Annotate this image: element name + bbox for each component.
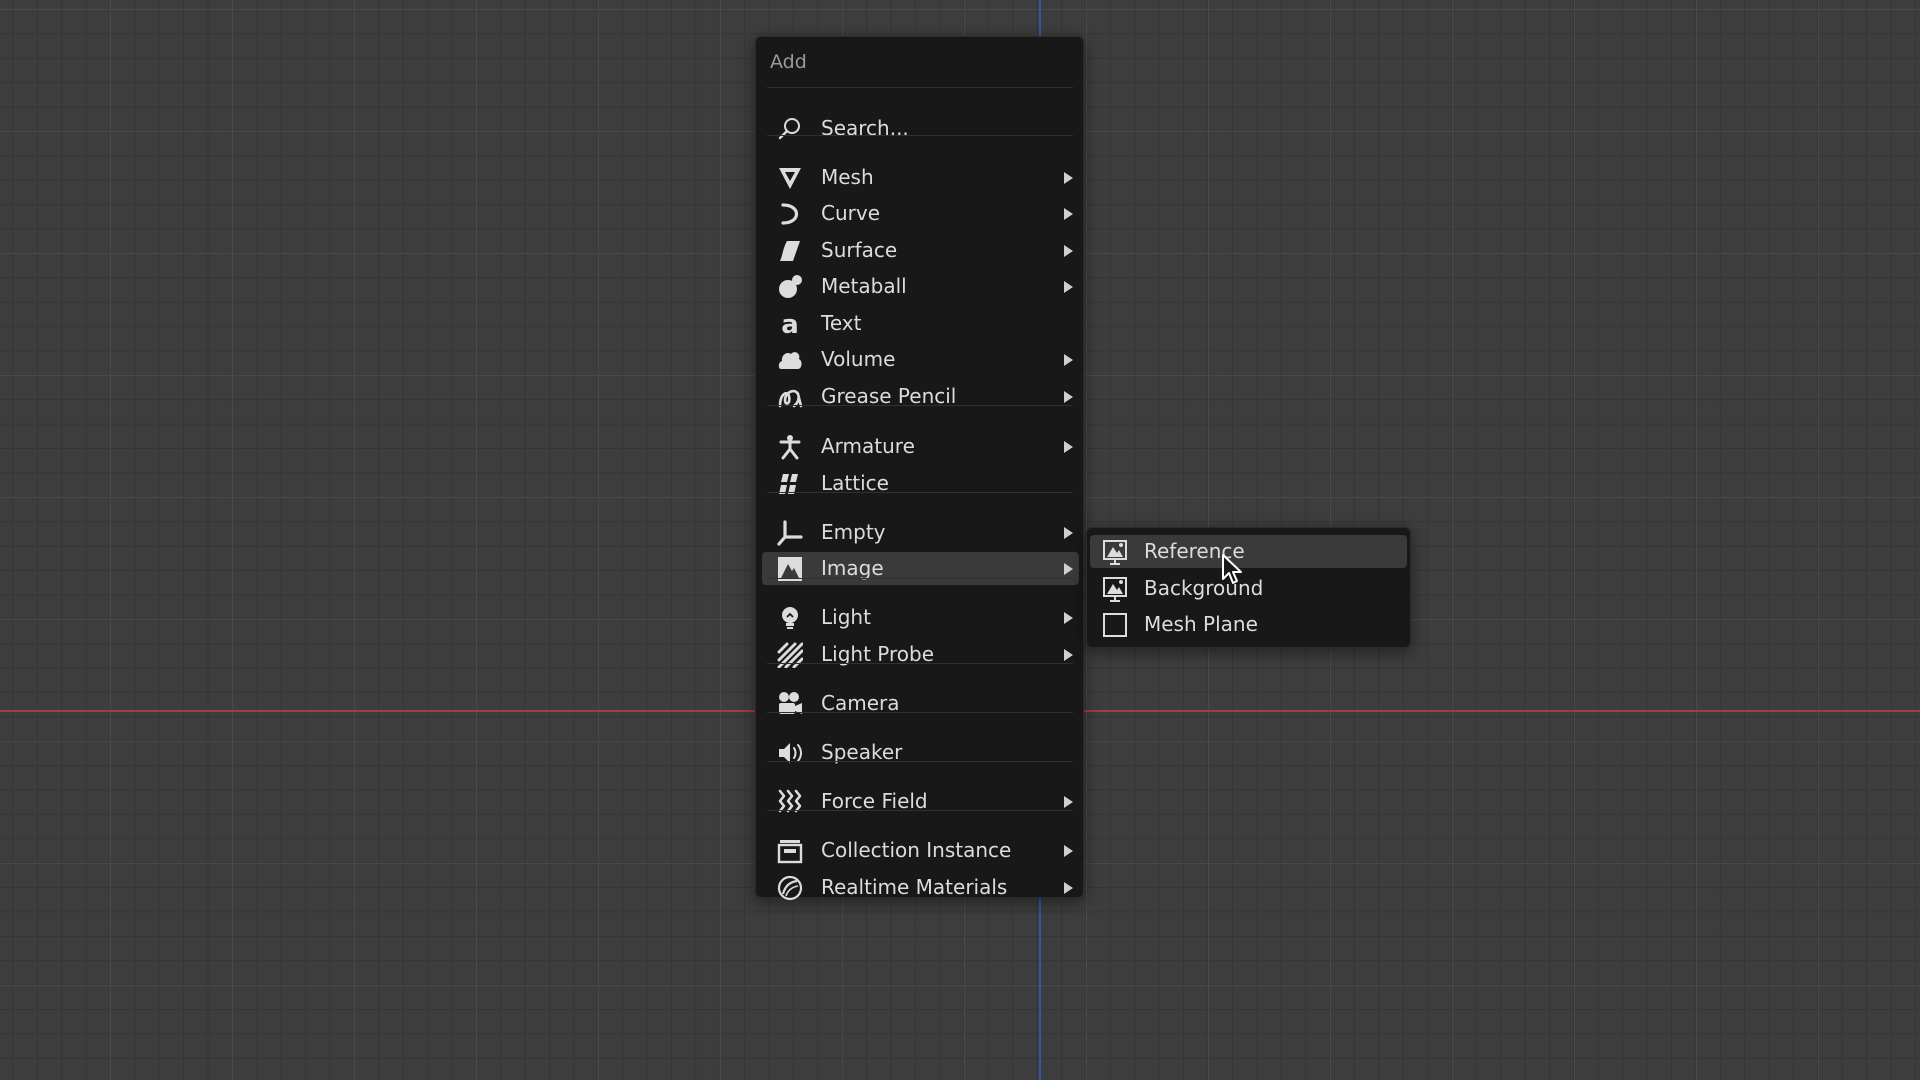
menu-item-label: Empty: [821, 520, 886, 544]
menu-separator: [767, 405, 1073, 406]
search-icon: [777, 116, 803, 142]
submenu-arrow-icon: [1064, 281, 1073, 293]
submenu-arrow-icon: [1064, 441, 1073, 453]
menu-item-label: Image: [821, 556, 884, 580]
volume-icon: [777, 347, 803, 373]
svg-text:a: a: [781, 311, 799, 337]
menu-search[interactable]: Search...: [762, 112, 1079, 145]
curve-icon: [777, 201, 803, 227]
surface-icon: [777, 238, 803, 264]
menu-item-light[interactable]: Light: [762, 601, 1079, 634]
submenu-arrow-icon: [1064, 354, 1073, 366]
menu-item-surface[interactable]: Surface: [762, 234, 1079, 267]
menu-separator: [767, 761, 1073, 762]
menu-item-lattice[interactable]: Lattice: [762, 467, 1079, 500]
menu-item-volume[interactable]: Volume: [762, 343, 1079, 376]
menu-item-image[interactable]: Image: [762, 552, 1079, 585]
image-submenu: Reference Background Mesh Plane: [1086, 527, 1411, 648]
image-reference-icon: [1102, 539, 1128, 565]
menu-title: Add: [770, 51, 807, 73]
mesh-icon: [777, 165, 803, 191]
submenu-item-background[interactable]: Background: [1090, 572, 1407, 605]
menu-item-mesh[interactable]: Mesh: [762, 161, 1079, 194]
submenu-item-mesh-plane[interactable]: Mesh Plane: [1090, 608, 1407, 641]
menu-item-armature[interactable]: Armature: [762, 430, 1079, 463]
menu-item-grease-pencil[interactable]: Grease Pencil: [762, 380, 1079, 413]
search-label: Search...: [821, 116, 909, 140]
metaball-icon: [777, 274, 803, 300]
menu-item-label: Curve: [821, 201, 881, 225]
menu-separator: [767, 492, 1073, 493]
force-field-icon: [777, 789, 803, 815]
menu-item-force-field[interactable]: Force Field: [762, 785, 1079, 818]
submenu-arrow-icon: [1064, 172, 1073, 184]
speaker-icon: [777, 740, 803, 766]
mouse-cursor-icon: [1222, 554, 1242, 584]
mesh-plane-icon: [1102, 612, 1128, 638]
menu-separator: [767, 578, 1073, 579]
menu-item-light-probe[interactable]: Light Probe: [762, 638, 1079, 671]
menu-item-label: Text: [821, 311, 862, 335]
submenu-arrow-icon: [1064, 563, 1073, 575]
submenu-arrow-icon: [1064, 649, 1073, 661]
menu-item-label: Mesh: [821, 165, 874, 189]
menu-separator: [767, 87, 1073, 88]
submenu-arrow-icon: [1064, 208, 1073, 220]
submenu-arrow-icon: [1064, 796, 1073, 808]
submenu-arrow-icon: [1064, 845, 1073, 857]
image-background-icon: [1102, 576, 1128, 602]
menu-separator: [767, 135, 1073, 136]
menu-item-speaker[interactable]: Speaker: [762, 736, 1079, 769]
menu-item-realtime-materials[interactable]: Realtime Materials: [762, 871, 1079, 904]
menu-item-curve[interactable]: Curve: [762, 197, 1079, 230]
menu-item-label: Armature: [821, 434, 915, 458]
submenu-arrow-icon: [1064, 391, 1073, 403]
add-menu: Add Search... Mesh Curve Surface Metabal…: [755, 36, 1084, 901]
collection-instance-icon: [777, 838, 803, 864]
menu-item-collection-instance[interactable]: Collection Instance: [762, 834, 1079, 867]
menu-item-metaball[interactable]: Metaball: [762, 270, 1079, 303]
submenu-arrow-icon: [1064, 245, 1073, 257]
submenu-arrow-icon: [1064, 612, 1073, 624]
menu-item-label: Collection Instance: [821, 838, 1012, 862]
menu-item-text[interactable]: a Text: [762, 307, 1079, 340]
camera-icon: [777, 691, 803, 717]
light-icon: [777, 605, 803, 631]
grease-pencil-icon: [777, 384, 803, 410]
menu-separator: [767, 810, 1073, 811]
menu-item-camera[interactable]: Camera: [762, 687, 1079, 720]
armature-icon: [777, 434, 803, 460]
submenu-arrow-icon: [1064, 882, 1073, 894]
menu-item-label: Light: [821, 605, 871, 629]
realtime-materials-icon: [777, 875, 803, 901]
submenu-item-label: Mesh Plane: [1144, 612, 1258, 636]
menu-item-label: Surface: [821, 238, 898, 262]
light-probe-icon: [777, 642, 803, 668]
submenu-arrow-icon: [1064, 527, 1073, 539]
menu-item-label: Realtime Materials: [821, 875, 1008, 899]
empty-icon: [777, 520, 803, 546]
lattice-icon: [777, 471, 803, 497]
menu-item-label: Metaball: [821, 274, 907, 298]
menu-separator: [767, 663, 1073, 664]
menu-item-empty[interactable]: Empty: [762, 516, 1079, 549]
menu-item-label: Volume: [821, 347, 896, 371]
submenu-item-reference[interactable]: Reference: [1090, 535, 1407, 568]
3d-viewport[interactable]: Add Search... Mesh Curve Surface Metabal…: [0, 0, 1920, 1080]
menu-separator: [767, 712, 1073, 713]
text-icon: a: [777, 311, 803, 337]
